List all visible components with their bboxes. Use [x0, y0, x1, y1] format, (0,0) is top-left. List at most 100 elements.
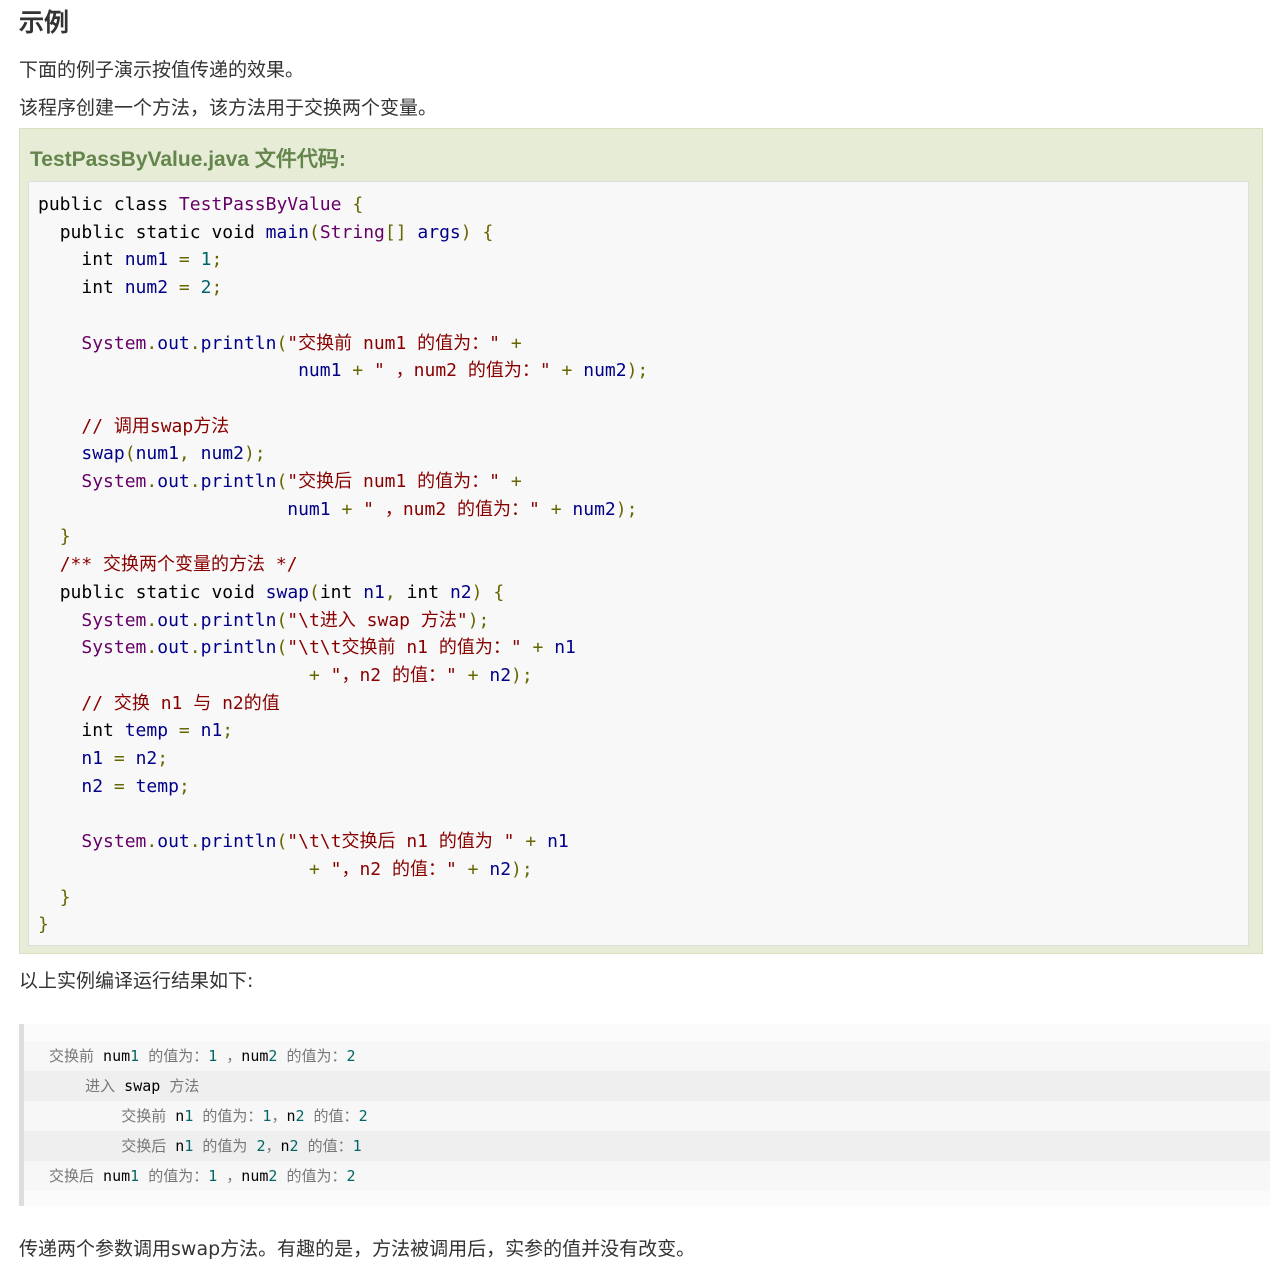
output-block[interactable]: 交换前 num1 的值为：1 ，num2 的值为：2 进入 swap 方法 交换… [19, 1024, 1270, 1206]
code-identifier: println [200, 332, 277, 354]
code-string: " [330, 664, 342, 686]
output-number: 1 [208, 1167, 218, 1185]
code-punctuation: ); [511, 858, 533, 880]
code-identifier: num1 [298, 360, 342, 382]
code-punctuation: ; [157, 748, 169, 770]
code-punctuation: ( [276, 637, 288, 659]
code-comment: 交换 [113, 692, 150, 714]
code-identifier: num2 [200, 443, 244, 465]
conclusion-paragraph: 传递两个参数调用swap方法。有趣的是，方法被调用后，实参的值并没有改变。 [19, 1238, 696, 1260]
code-line: public static void main(String[] args) { [38, 221, 494, 243]
code-string: " [445, 858, 457, 880]
output-listing: 交换前 num1 的值为：1 ，num2 的值为：2 进入 swap 方法 交换… [49, 1041, 368, 1191]
code-string: num2 [402, 498, 458, 520]
output-number: 2 [358, 1107, 368, 1125]
code-line: + "，n2 的值：" + n2); [38, 859, 533, 880]
output-number: 2 [346, 1047, 356, 1065]
code-string: "\t\t [287, 637, 342, 659]
code-line: swap(num1, num2); [38, 443, 265, 465]
code-string: " [445, 664, 457, 686]
code-punctuation: + [532, 637, 544, 659]
code-line: // 调用swap方法 [38, 416, 229, 437]
output-text: 的值为： [148, 1047, 209, 1065]
code-line: System.out.println("交换前 num1 的值为：" + [38, 332, 521, 354]
code-string: " [373, 360, 396, 382]
code-type: System [81, 332, 147, 354]
code-punctuation: + [561, 360, 573, 382]
output-line: 交换后 num1 的值为：1 ，num2 的值为：2 [49, 1167, 356, 1185]
output-text: 交换前 [49, 1047, 95, 1065]
code-line: num1 + " ，num2 的值为：" + num2); [38, 499, 637, 520]
code-punctuation: ; [222, 720, 234, 742]
code-line: int num2 = 2; [38, 277, 222, 298]
code-line: n1 = n2; [38, 748, 168, 769]
code-punctuation: . [189, 332, 201, 354]
code-line: } [38, 914, 49, 935]
code-punctuation: . [146, 609, 158, 631]
code-string: 进入 [319, 609, 356, 631]
code-punctuation: ); [511, 664, 533, 686]
output-text: swap [115, 1077, 170, 1095]
code-line: n2 = temp; [38, 775, 190, 797]
output-text: 的值： [313, 1107, 359, 1125]
code-punctuation: ); [626, 360, 649, 382]
code-punctuation: } [59, 526, 71, 548]
code-punctuation: } [59, 886, 71, 908]
output-number: 1 [130, 1047, 140, 1065]
code-string: 的值为： [417, 471, 490, 493]
example-title: TestPassByValue.java 文件代码: [30, 148, 346, 171]
output-text: 的值为： [148, 1167, 209, 1185]
code-line: public static void swap(int n1, int n2) … [38, 582, 504, 603]
code-line: /** 交换两个变量的方法 */ [38, 554, 298, 575]
code-punctuation: , [384, 581, 396, 603]
code-comment: /** [59, 554, 104, 576]
code-identifier: temp [135, 775, 179, 797]
code-identifier: out [157, 831, 190, 853]
code-identifier: out [157, 332, 190, 354]
code-block[interactable]: public class TestPassByValue { public st… [28, 181, 1249, 946]
code-string: " [456, 609, 468, 631]
result-label: 以上实例编译运行结果如下: [19, 970, 254, 992]
code-identifier: n2 [81, 775, 104, 797]
code-string: " [330, 858, 342, 880]
section-title: 示例 [19, 8, 70, 37]
example-box: TestPassByValue.java 文件代码: public class … [19, 128, 1263, 954]
code-comment: 方法 [193, 415, 230, 437]
code-line: System.out.println("\t\t交换前 n1 的值为：" + n… [38, 637, 576, 658]
output-text: 的值： [307, 1137, 353, 1155]
code-punctuation: . [189, 471, 201, 493]
output-text: num [241, 1047, 269, 1065]
code-string: num2 [413, 360, 468, 382]
code-punctuation: + [510, 471, 522, 493]
output-number: 1 [130, 1167, 140, 1185]
code-identifier: num2 [572, 498, 616, 520]
code-string: num1 [352, 471, 418, 493]
code-string: " [363, 498, 385, 520]
code-punctuation: = [178, 249, 190, 271]
code-number: 1 [200, 249, 212, 271]
code-punctuation: ( [276, 609, 288, 631]
output-text: 交换后 [121, 1137, 167, 1155]
code-string: 的值为： [467, 360, 540, 382]
code-line: public class TestPassByValue { [38, 194, 363, 215]
code-string: "\t\t [287, 831, 342, 853]
code-keyword: class [113, 194, 169, 215]
code-identifier: main [265, 221, 309, 243]
code-punctuation: ( [309, 581, 320, 603]
code-punctuation: ; [178, 775, 190, 797]
code-punctuation: ( [276, 471, 288, 493]
code-identifier: num2 [583, 360, 627, 382]
code-keyword: void [211, 221, 255, 243]
code-string: " [539, 360, 551, 382]
code-comment: // [81, 415, 114, 437]
output-text: 交换前 [121, 1107, 167, 1125]
code-type: System [81, 637, 147, 659]
code-identifier: n1 [363, 581, 385, 603]
code-identifier: num2 [124, 277, 169, 299]
output-text: 交换后 [49, 1167, 95, 1185]
code-punctuation: ( [276, 831, 288, 853]
